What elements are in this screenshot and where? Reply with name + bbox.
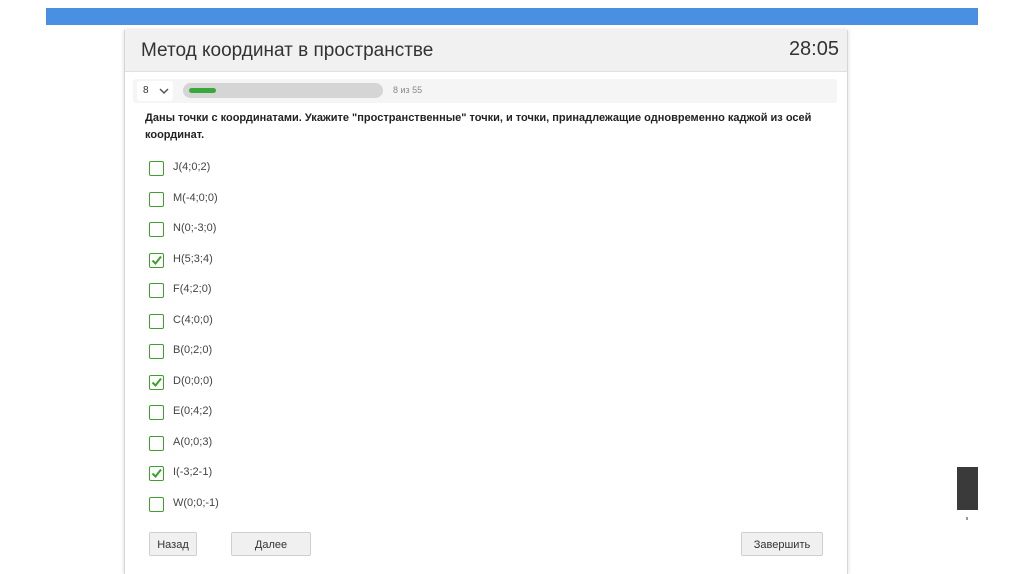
progress-text: 8 из 55 <box>393 85 423 95</box>
side-widget <box>957 467 978 574</box>
back-button[interactable]: Назад <box>149 532 197 556</box>
answer-option-label: E(0;4;2) <box>173 405 213 417</box>
answer-option[interactable]: I(-3;2-1) <box>149 465 449 483</box>
answer-option[interactable]: N(0;-3;0) <box>149 221 449 239</box>
checkbox[interactable] <box>149 283 164 298</box>
answer-option-label: I(-3;2-1) <box>173 466 213 478</box>
question-selector[interactable]: 8 <box>137 81 173 101</box>
answer-option[interactable]: F(4;2;0) <box>149 282 449 300</box>
quiz-panel: Метод координат в пространстве 28:05 8 8… <box>124 30 848 574</box>
timer: 28:05 <box>788 38 839 60</box>
answer-option[interactable]: D(0;0;0) <box>149 374 449 392</box>
question-number: 8 <box>143 85 149 96</box>
answer-option[interactable]: W(0;0;-1) <box>149 496 449 514</box>
progress-row: 8 8 из 55 <box>133 79 837 103</box>
answer-option-label: M(-4;0;0) <box>173 191 218 204</box>
answer-option-label: B(0;2;0) <box>173 344 213 356</box>
answer-option[interactable]: H(5;3;4) <box>149 252 449 270</box>
top-accent-bar <box>46 8 978 25</box>
answer-option-label: J(4;0;2) <box>173 161 211 173</box>
finish-button[interactable]: Завершить <box>741 532 823 556</box>
checkbox[interactable] <box>149 313 164 329</box>
answer-option[interactable]: B(0;2;0) <box>149 343 449 361</box>
checkbox-checked[interactable] <box>149 466 164 481</box>
answer-option-label: W(0;0;-1) <box>173 496 219 509</box>
answer-option-label: H(5;3;4) <box>173 252 213 265</box>
quiz-header: Метод координат в пространстве 28:05 <box>125 30 847 72</box>
side-widget-header <box>957 467 978 510</box>
answer-option[interactable]: M(-4;0;0) <box>149 191 449 209</box>
answer-option-label: N(0;-3;0) <box>173 222 217 234</box>
side-widget-mark <box>966 517 968 520</box>
checkbox[interactable] <box>149 161 164 176</box>
checkbox-checked[interactable] <box>149 252 164 268</box>
answer-option[interactable]: E(0;4;2) <box>149 404 449 422</box>
checkmark-icon <box>151 468 162 479</box>
quiz-title: Метод координат в пространстве <box>141 40 434 61</box>
answer-option[interactable]: A(0;0;3) <box>149 435 449 453</box>
chevron-down-icon <box>159 88 169 95</box>
answer-option-label: C(4;0;0) <box>173 313 213 326</box>
answer-option-label: D(0;0;0) <box>173 374 213 387</box>
answer-option[interactable]: C(4;0;0) <box>149 313 449 331</box>
progress-track <box>183 83 383 98</box>
checkbox[interactable] <box>149 222 164 237</box>
answer-option-label: A(0;0;3) <box>173 435 213 448</box>
progress-fill <box>189 88 216 93</box>
checkmark-icon <box>151 377 162 387</box>
checkbox[interactable] <box>149 344 164 359</box>
next-button[interactable]: Далее <box>231 532 311 556</box>
checkbox[interactable] <box>149 405 164 420</box>
checkbox[interactable] <box>149 435 164 451</box>
answer-option[interactable]: J(4;0;2) <box>149 160 449 178</box>
question-text: Даны точки с координатами. Укажите "прос… <box>145 112 812 141</box>
answer-option-label: F(4;2;0) <box>173 283 212 295</box>
checkbox[interactable] <box>149 496 164 512</box>
checkbox[interactable] <box>149 191 164 207</box>
checkbox-checked[interactable] <box>149 374 164 390</box>
checkmark-icon <box>151 255 162 265</box>
